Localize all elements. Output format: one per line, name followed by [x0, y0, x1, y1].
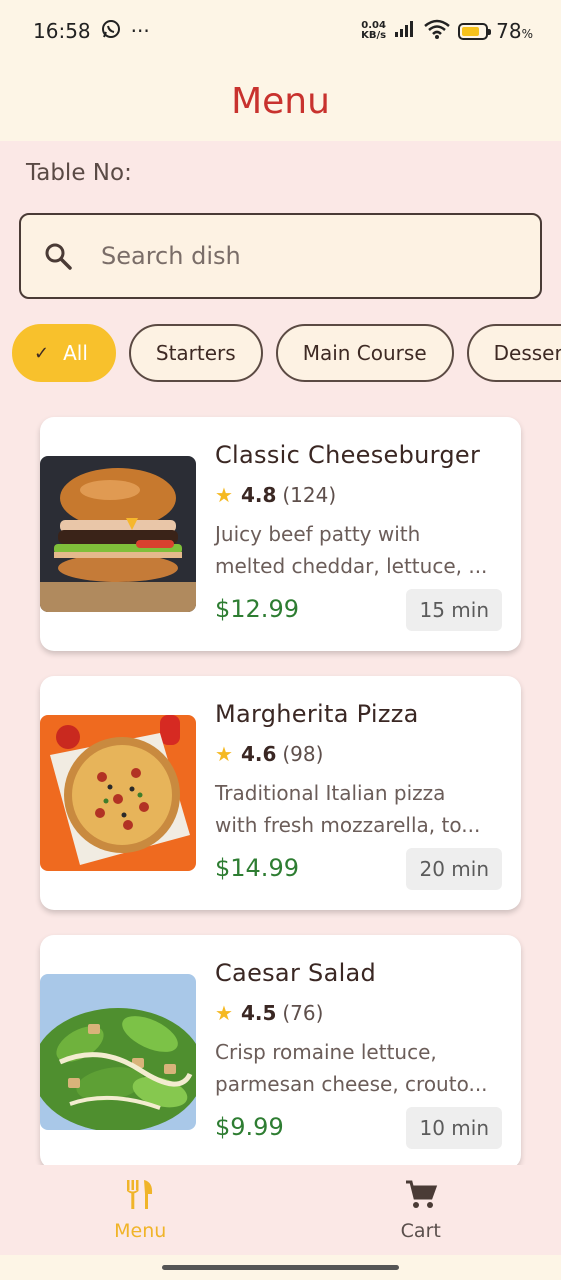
nav-label: Menu	[114, 1220, 167, 1242]
network-speed-unit: KB/s	[361, 30, 387, 41]
search-input[interactable]	[101, 242, 481, 270]
nav-label: Cart	[400, 1220, 441, 1242]
chip-label: Desserts	[493, 341, 561, 365]
rating-value: 4.6	[240, 742, 277, 766]
app-bar: Menu	[0, 62, 561, 141]
cart-icon	[404, 1178, 438, 1214]
chip-label: Main Course	[302, 341, 427, 365]
status-left: 16:58 ···	[33, 19, 150, 44]
bottom-navigation: Menu Cart	[0, 1165, 561, 1255]
description-line: parmesan cheese, crouto...	[215, 1072, 488, 1096]
star-icon: ★	[215, 483, 233, 507]
search-field[interactable]	[19, 213, 542, 299]
status-time: 16:58	[33, 19, 91, 43]
dish-description: Juicy beef patty with melted cheddar, le…	[215, 518, 505, 582]
star-icon: ★	[215, 1001, 233, 1025]
battery-level	[462, 26, 480, 36]
description-line: with fresh mozzarella, to...	[215, 813, 481, 837]
status-bar: 16:58 ··· 0.04 KB/s 78%	[0, 0, 561, 62]
signal-icon	[394, 19, 416, 43]
dish-description: Crisp romaine lettuce, parmesan cheese, …	[215, 1036, 505, 1100]
whatsapp-icon	[101, 19, 121, 44]
review-count: (98)	[282, 742, 324, 766]
fork-knife-icon	[124, 1178, 156, 1214]
dish-rating: ★ 4.5 (76)	[215, 1001, 323, 1025]
dish-card[interactable]: Margherita Pizza ★ 4.6 (98) Traditional …	[40, 676, 521, 910]
battery-percent-value: 78	[496, 19, 522, 43]
battery-percent-sign: %	[521, 27, 533, 41]
home-indicator[interactable]	[162, 1265, 399, 1270]
chip-all[interactable]: ✓ All	[12, 324, 116, 382]
prep-time-badge: 10 min	[406, 1107, 502, 1149]
more-notifications-icon: ···	[130, 19, 150, 43]
prep-time-badge: 15 min	[406, 589, 502, 631]
chip-starters[interactable]: Starters	[128, 324, 263, 382]
dish-description: Traditional Italian pizza with fresh moz…	[215, 777, 505, 841]
nav-item-cart[interactable]: Cart	[281, 1165, 561, 1255]
dish-name: Caesar Salad	[215, 959, 377, 987]
battery-icon	[458, 22, 492, 40]
wifi-icon	[424, 19, 450, 44]
dish-price: $9.99	[215, 1113, 284, 1141]
table-number-label: Table No:	[26, 160, 132, 186]
category-filter-chips: ✓ All Starters Main Course Desserts	[12, 324, 561, 384]
rating-value: 4.5	[240, 1001, 277, 1025]
battery-percent: 78%	[496, 19, 533, 43]
dish-name: Margherita Pizza	[215, 700, 419, 728]
dish-price: $14.99	[215, 854, 299, 882]
description-line: Juicy beef patty with	[215, 522, 421, 546]
page-title: Menu	[231, 81, 330, 122]
nav-item-menu[interactable]: Menu	[0, 1165, 281, 1255]
dish-card[interactable]: Classic Cheeseburger ★ 4.8 (124) Juicy b…	[40, 417, 521, 651]
chip-desserts[interactable]: Desserts	[466, 324, 561, 382]
star-icon: ★	[215, 742, 233, 766]
chip-main-course[interactable]: Main Course	[275, 324, 454, 382]
review-count: (76)	[282, 1001, 324, 1025]
search-icon	[43, 241, 73, 271]
dish-rating: ★ 4.6 (98)	[215, 742, 323, 766]
description-line: Crisp romaine lettuce,	[215, 1040, 437, 1064]
dish-image-cheeseburger	[40, 456, 196, 612]
chip-label: Starters	[155, 341, 236, 365]
status-right: 0.04 KB/s 78%	[361, 19, 533, 44]
dish-rating: ★ 4.8 (124)	[215, 483, 336, 507]
dish-image-pizza	[40, 715, 196, 871]
check-icon: ✓	[34, 342, 50, 364]
prep-time-badge: 20 min	[406, 848, 502, 890]
description-line: Traditional Italian pizza	[215, 781, 446, 805]
rating-value: 4.8	[240, 483, 277, 507]
dish-card[interactable]: Caesar Salad ★ 4.5 (76) Crisp romaine le…	[40, 935, 521, 1169]
description-line: melted cheddar, lettuce, ...	[215, 554, 488, 578]
dish-image-salad	[40, 974, 196, 1130]
chip-label: All	[63, 341, 88, 365]
review-count: (124)	[282, 483, 337, 507]
network-speed: 0.04 KB/s	[361, 21, 386, 41]
dish-name: Classic Cheeseburger	[215, 441, 481, 469]
dish-price: $12.99	[215, 595, 299, 623]
